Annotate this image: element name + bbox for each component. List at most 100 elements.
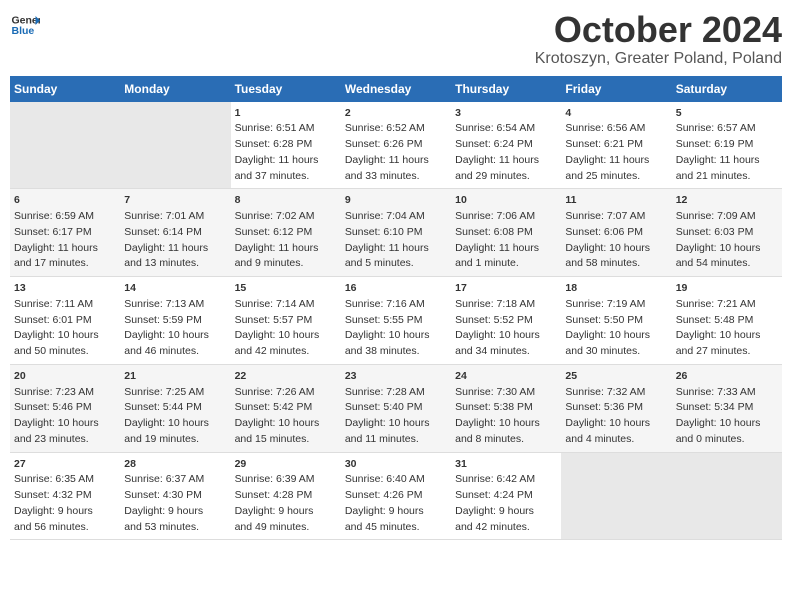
day-detail: Sunrise: 6:40 AM: [345, 473, 425, 485]
day-detail: Sunset: 5:42 PM: [235, 401, 313, 413]
day-detail: Sunrise: 7:09 AM: [676, 210, 756, 222]
day-detail: Sunset: 4:28 PM: [235, 489, 313, 501]
day-detail: Sunset: 5:34 PM: [676, 401, 754, 413]
day-detail: Sunset: 4:32 PM: [14, 489, 92, 501]
day-number: 3: [455, 106, 557, 122]
weekday-header: Thursday: [451, 76, 561, 102]
day-detail: Sunrise: 7:33 AM: [676, 386, 756, 398]
calendar-cell: 24Sunrise: 7:30 AMSunset: 5:38 PMDayligh…: [451, 364, 561, 452]
calendar-week-row: 6Sunrise: 6:59 AMSunset: 6:17 PMDaylight…: [10, 189, 782, 277]
day-detail: and 53 minutes.: [124, 521, 199, 533]
day-detail: and 15 minutes.: [235, 433, 310, 445]
calendar-cell: 28Sunrise: 6:37 AM Sunset: 4:30 PM Dayligh…: [120, 452, 230, 540]
day-number: 9: [345, 193, 447, 209]
calendar-cell: 16Sunrise: 7:16 AMSunset: 5:55 PMDayligh…: [341, 277, 451, 365]
calendar-cell: 18Sunrise: 7:19 AMSunset: 5:50 PMDayligh…: [561, 277, 671, 365]
day-number: 28: [124, 457, 226, 473]
day-detail: Sunrise: 7:14 AM: [235, 298, 315, 310]
day-detail: Daylight: 10 hours: [455, 329, 540, 341]
day-detail: Daylight: 11 hours: [14, 242, 98, 254]
day-number: 6: [14, 193, 116, 209]
day-detail: and 30 minutes.: [565, 345, 640, 357]
day-detail: and 54 minutes.: [676, 257, 751, 269]
day-detail: and 29 minutes.: [455, 170, 530, 182]
day-detail: Daylight: 11 hours: [676, 154, 760, 166]
day-detail: Sunrise: 7:25 AM: [124, 386, 204, 398]
calendar-week-row: 20Sunrise: 7:23 AMSunset: 5:46 PMDayligh…: [10, 364, 782, 452]
day-detail: Sunset: 6:28 PM: [235, 138, 313, 150]
day-detail: Sunrise: 7:30 AM: [455, 386, 535, 398]
day-detail: Daylight: 9 hours: [235, 505, 314, 517]
day-detail: Sunset: 6:26 PM: [345, 138, 423, 150]
calendar-cell: 19Sunrise: 7:21 AMSunset: 5:48 PMDayligh…: [672, 277, 782, 365]
day-detail: and 33 minutes.: [345, 170, 420, 182]
day-detail: Sunset: 6:06 PM: [565, 226, 643, 238]
day-detail: Daylight: 10 hours: [676, 242, 761, 254]
day-detail: and 19 minutes.: [124, 433, 199, 445]
calendar-cell: 7Sunrise: 7:01 AMSunset: 6:14 PMDaylight…: [120, 189, 230, 277]
day-detail: Sunrise: 7:11 AM: [14, 298, 93, 310]
day-number: 10: [455, 193, 557, 209]
day-detail: Sunset: 4:30 PM: [124, 489, 202, 501]
day-detail: Sunrise: 6:35 AM: [14, 473, 94, 485]
calendar-cell: [10, 102, 120, 189]
weekday-header: Friday: [561, 76, 671, 102]
day-number: 21: [124, 369, 226, 385]
day-detail: and 8 minutes.: [455, 433, 524, 445]
svg-text:Blue: Blue: [12, 25, 35, 37]
day-detail: and 46 minutes.: [124, 345, 199, 357]
calendar-cell: 26Sunrise: 7:33 AMSunset: 5:34 PMDayligh…: [672, 364, 782, 452]
calendar-cell: 21Sunrise: 7:25 AMSunset: 5:44 PMDayligh…: [120, 364, 230, 452]
calendar-cell: 6Sunrise: 6:59 AMSunset: 6:17 PMDaylight…: [10, 189, 120, 277]
day-detail: and 5 minutes.: [345, 257, 414, 269]
day-detail: Sunset: 6:12 PM: [235, 226, 313, 238]
day-number: 8: [235, 193, 337, 209]
day-detail: and 58 minutes.: [565, 257, 640, 269]
day-detail: Daylight: 9 hours: [124, 505, 203, 517]
day-number: 2: [345, 106, 447, 122]
day-detail: and 49 minutes.: [235, 521, 310, 533]
calendar-cell: 13Sunrise: 7:11 AMSunset: 6:01 PMDayligh…: [10, 277, 120, 365]
title-block: October 2024 Krotoszyn, Greater Poland, …: [535, 10, 782, 68]
month-title: October 2024: [535, 10, 782, 50]
day-detail: Sunrise: 7:28 AM: [345, 386, 425, 398]
calendar-cell: 12Sunrise: 7:09 AMSunset: 6:03 PMDayligh…: [672, 189, 782, 277]
day-detail: Daylight: 10 hours: [14, 329, 99, 341]
day-detail: and 50 minutes.: [14, 345, 89, 357]
day-detail: Sunrise: 7:18 AM: [455, 298, 535, 310]
weekday-header: Tuesday: [231, 76, 341, 102]
calendar-cell: 1Sunrise: 6:51 AMSunset: 6:28 PMDaylight…: [231, 102, 341, 189]
calendar-cell: 14Sunrise: 7:13 AMSunset: 5:59 PMDayligh…: [120, 277, 230, 365]
weekday-header: Wednesday: [341, 76, 451, 102]
calendar-cell: 30Sunrise: 6:40 AMSunset: 4:26 PMDayligh…: [341, 452, 451, 540]
day-detail: Daylight: 10 hours: [676, 329, 761, 341]
day-detail: Sunset: 5:40 PM: [345, 401, 423, 413]
day-detail: and 42 minutes.: [455, 521, 530, 533]
day-number: 7: [124, 193, 226, 209]
day-detail: Daylight: 11 hours: [345, 154, 429, 166]
day-detail: and 1 minute.: [455, 257, 519, 269]
day-detail: Sunset: 6:24 PM: [455, 138, 533, 150]
calendar-cell: 10Sunrise: 7:06 AMSunset: 6:08 PMDayligh…: [451, 189, 561, 277]
day-detail: and 42 minutes.: [235, 345, 310, 357]
calendar-header-row: SundayMondayTuesdayWednesdayThursdayFrid…: [10, 76, 782, 102]
day-detail: and 34 minutes.: [455, 345, 530, 357]
day-detail: Sunrise: 6:51 AM: [235, 122, 315, 134]
day-detail: Sunrise: 6:52 AM: [345, 122, 425, 134]
day-detail: and 23 minutes.: [14, 433, 89, 445]
calendar-week-row: 27Sunrise: 6:35 AMSunset: 4:32 PMDayligh…: [10, 452, 782, 540]
calendar-cell: 20Sunrise: 7:23 AMSunset: 5:46 PMDayligh…: [10, 364, 120, 452]
day-detail: Sunset: 5:38 PM: [455, 401, 533, 413]
day-detail: Sunrise: 6:56 AM: [565, 122, 645, 134]
day-detail: Sunrise: 6:37 AM: [124, 473, 204, 485]
day-detail: Sunrise: 7:23 AM: [14, 386, 94, 398]
day-detail: Daylight: 10 hours: [235, 417, 320, 429]
day-number: 31: [455, 457, 557, 473]
day-detail: Sunset: 6:21 PM: [565, 138, 643, 150]
day-detail: and 21 minutes.: [676, 170, 751, 182]
day-detail: and 17 minutes.: [14, 257, 89, 269]
day-number: 30: [345, 457, 447, 473]
day-detail: Sunrise: 7:19 AM: [565, 298, 645, 310]
day-number: 29: [235, 457, 337, 473]
day-detail: Sunrise: 7:26 AM: [235, 386, 315, 398]
